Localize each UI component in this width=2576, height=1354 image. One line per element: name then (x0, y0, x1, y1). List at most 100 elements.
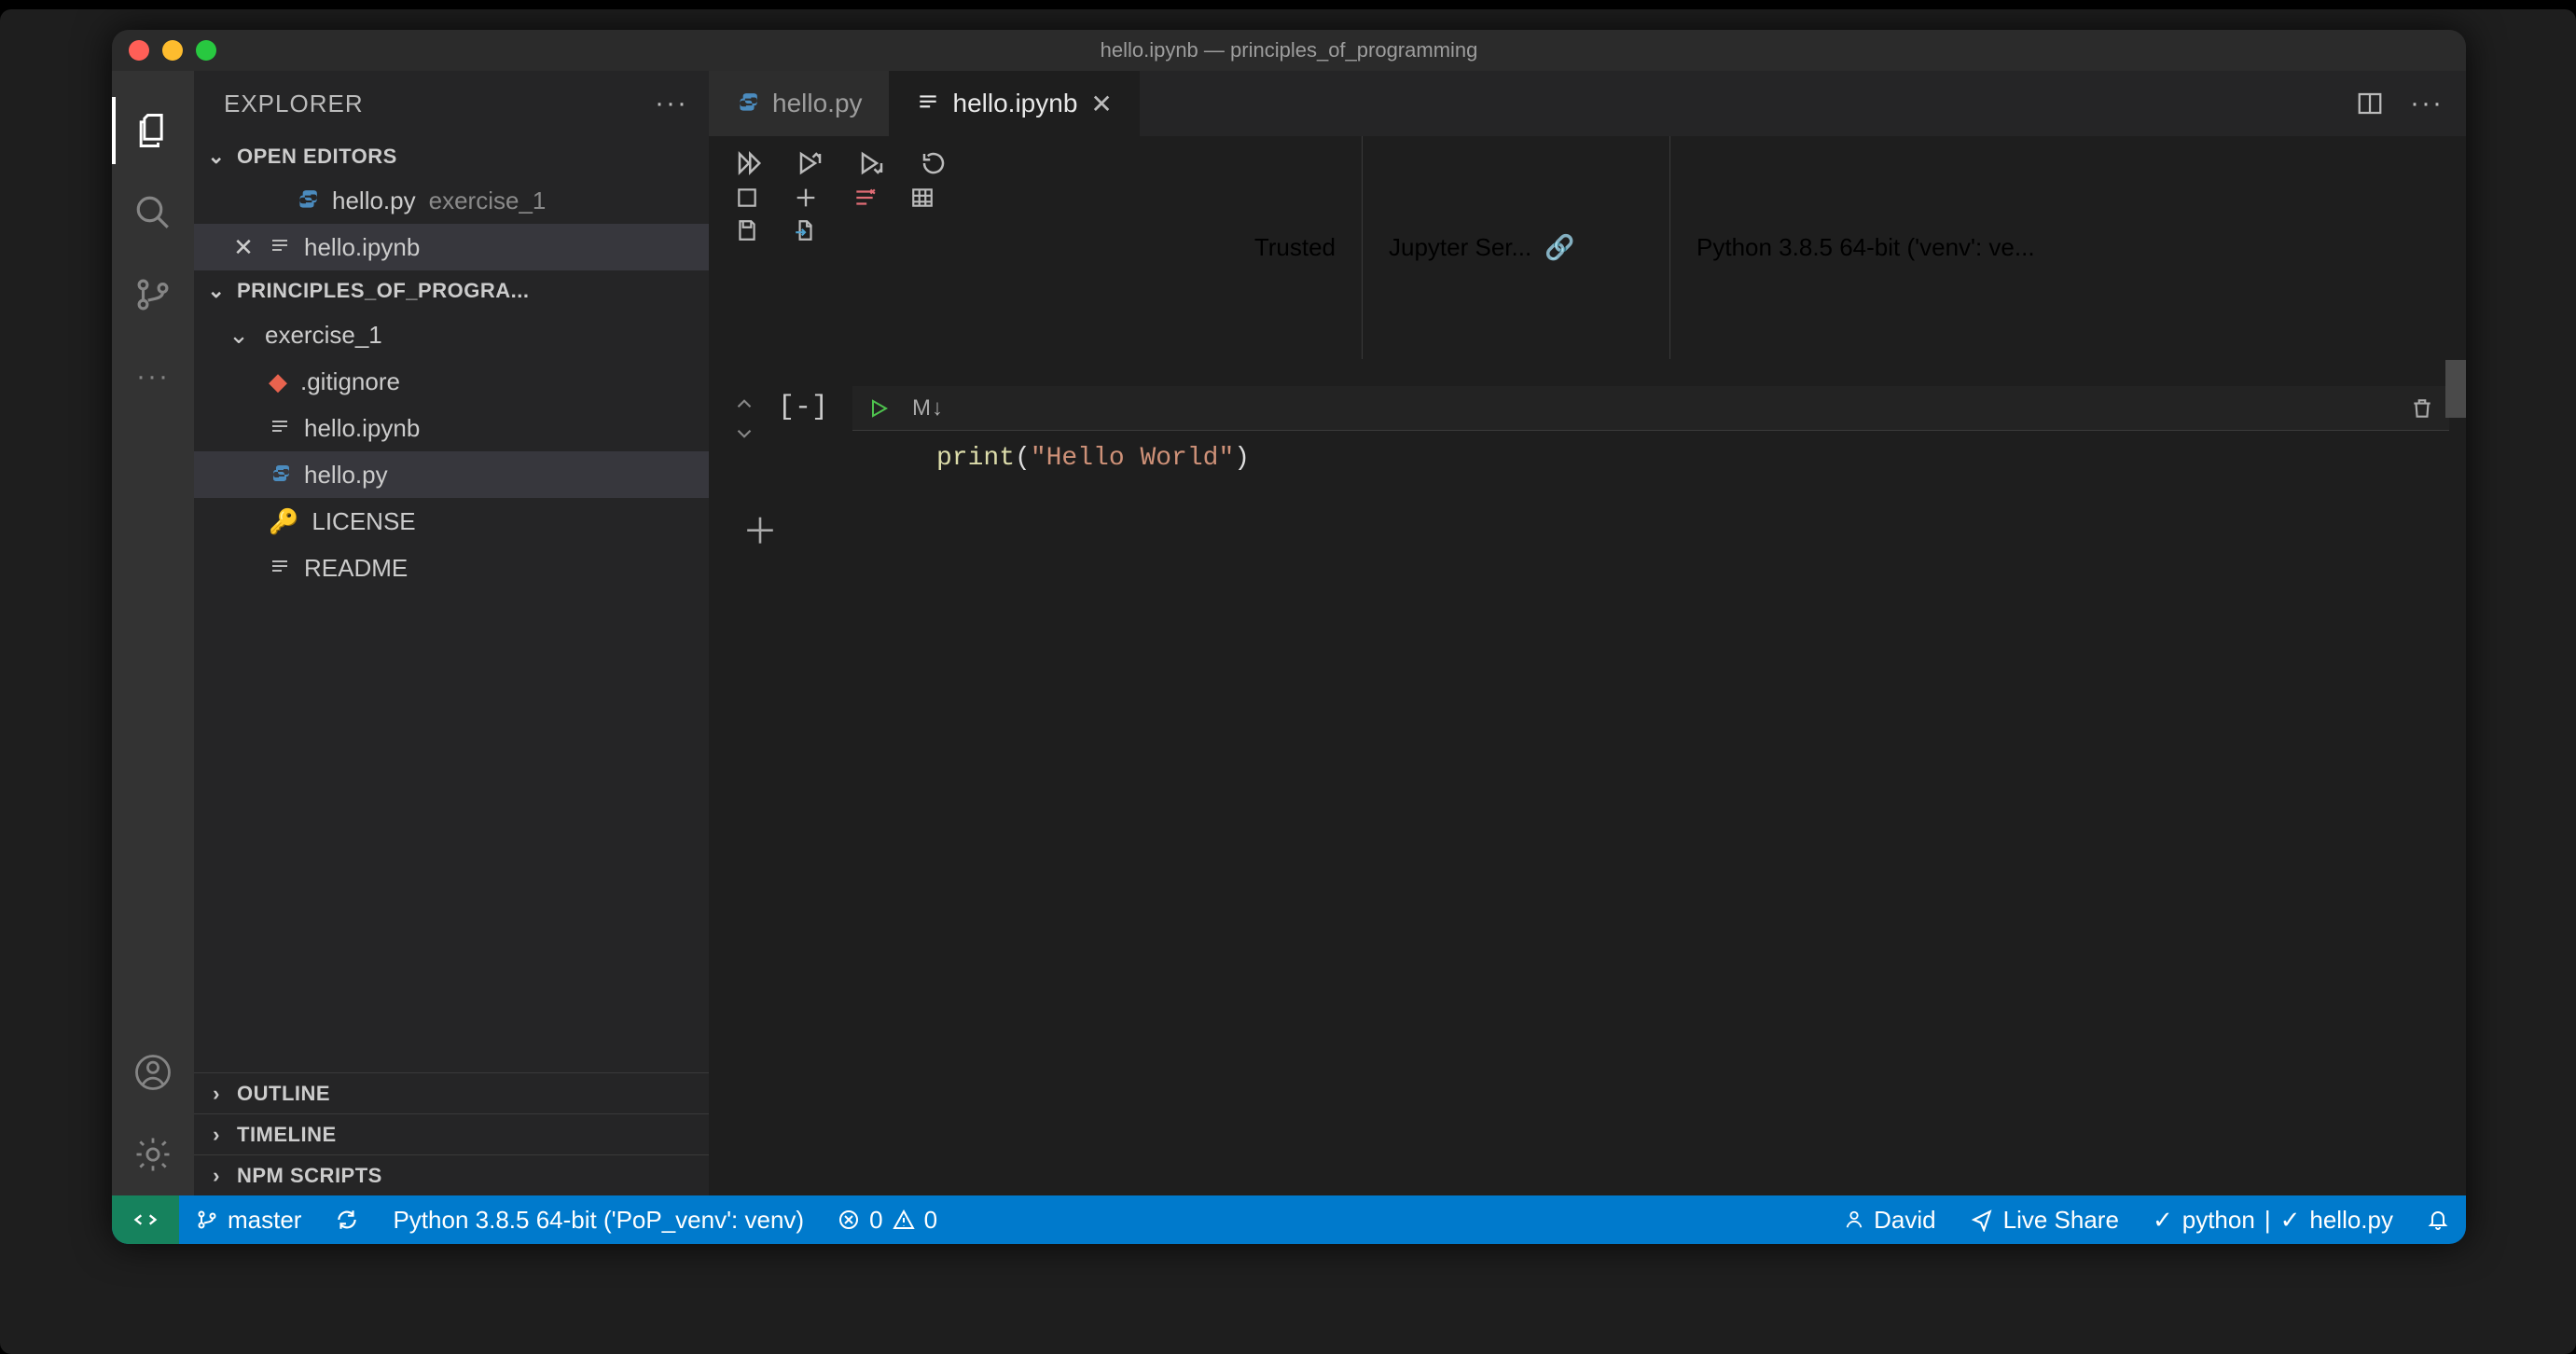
language-status[interactable]: ✓ python | ✓ hello.py (2136, 1195, 2410, 1244)
split-editor-button[interactable] (2356, 90, 2384, 117)
run-cell-button[interactable] (867, 397, 890, 420)
notifications-button[interactable] (2410, 1195, 2466, 1244)
file-name: README (304, 554, 408, 583)
explorer-sidebar: EXPLORER ··· ⌄ OPEN EDITORS hello.py exe… (194, 71, 709, 1195)
status-bar: master Python 3.8.5 64-bit ('PoP_venv': … (112, 1195, 2466, 1244)
run-all-button[interactable] (735, 149, 763, 177)
accounts-activity[interactable] (112, 1031, 194, 1113)
files-icon (132, 110, 173, 151)
file-item[interactable]: ◆ .gitignore (194, 358, 709, 405)
add-cell-button[interactable] (793, 185, 819, 211)
share-icon (1970, 1208, 1994, 1232)
editor-area: hello.py hello.ipynb ✕ ··· (709, 71, 2466, 1195)
run-above-button[interactable] (796, 149, 824, 177)
close-tab-button[interactable]: ✕ (1090, 89, 1112, 119)
open-editor-item[interactable]: hello.py exercise_1 (194, 177, 709, 224)
trash-icon (2410, 396, 2434, 421)
notebook-cell[interactable]: [-] M↓ (726, 386, 2449, 486)
panel-label: NPM SCRIPTS (237, 1164, 382, 1188)
open-editor-item[interactable]: ✕ hello.ipynb (194, 224, 709, 270)
move-cell-down-button[interactable] (732, 421, 756, 446)
panel-label: TIMELINE (237, 1123, 337, 1147)
search-icon (133, 193, 173, 232)
more-activity[interactable]: ··· (112, 336, 194, 418)
square-icon (735, 186, 759, 210)
trusted-indicator[interactable]: Trusted (1194, 136, 1362, 359)
scm-activity[interactable] (112, 254, 194, 336)
ellipsis-icon: ··· (136, 361, 170, 393)
titlebar: hello.ipynb — principles_of_programming (112, 30, 2466, 71)
branch-icon (196, 1209, 218, 1231)
python-icon (269, 463, 291, 486)
notebook-toolbar: Trusted Jupyter Ser... 🔗 Python 3.8.5 64… (709, 136, 2466, 360)
sync-button[interactable] (318, 1195, 376, 1244)
workspace-section[interactable]: ⌄ PRINCIPLES_OF_PROGRA... (194, 270, 709, 311)
file-item[interactable]: README (194, 545, 709, 591)
tab-hello-py[interactable]: hello.py (709, 71, 890, 136)
cell-code-editor[interactable]: print("Hello World") (852, 431, 2449, 486)
python-icon (295, 188, 319, 213)
file-name: hello.ipynb (304, 414, 420, 443)
collapse-cell-button[interactable]: [-] (778, 386, 838, 423)
fast-forward-icon (735, 149, 763, 177)
delete-cell-button[interactable] (2410, 396, 2434, 421)
restart-button[interactable] (920, 149, 948, 177)
notebook-icon (269, 417, 291, 439)
interrupt-button[interactable] (735, 186, 759, 210)
open-editor-name: hello.ipynb (304, 233, 420, 262)
user-indicator[interactable]: David (1827, 1195, 1952, 1244)
export-button[interactable] (793, 218, 817, 242)
chevron-down-icon (732, 421, 756, 446)
save-button[interactable] (735, 218, 759, 242)
convert-to-markdown-button[interactable]: M↓ (912, 395, 944, 421)
explorer-activity[interactable] (112, 90, 194, 172)
folder-item[interactable]: ⌄ exercise_1 (194, 311, 709, 358)
kernel-picker[interactable]: Python 3.8.5 64-bit ('venv': ve... (1669, 136, 2466, 359)
open-editor-detail: exercise_1 (429, 187, 547, 215)
chevron-up-icon (732, 392, 756, 416)
play-up-icon (796, 149, 824, 177)
clear-outputs-button[interactable] (852, 186, 877, 210)
close-editor-button[interactable]: ✕ (231, 233, 256, 262)
npm-scripts-section[interactable]: › NPM SCRIPTS (194, 1154, 709, 1195)
notebook-icon (916, 91, 940, 116)
file-name: hello.py (304, 461, 388, 490)
save-icon (735, 218, 759, 242)
chevron-right-icon: › (203, 1164, 229, 1188)
link-icon: 🔗 (1544, 233, 1574, 262)
notebook-body[interactable]: [-] M↓ (709, 360, 2466, 1195)
scrollbar[interactable] (2445, 360, 2466, 418)
bell-icon (2427, 1209, 2449, 1231)
python-icon (735, 91, 759, 116)
file-item[interactable]: hello.py (194, 451, 709, 498)
python-interpreter-indicator[interactable]: Python 3.8.5 64-bit ('PoP_venv': venv) (376, 1195, 821, 1244)
warning-icon (893, 1209, 915, 1231)
tab-label: hello.py (772, 89, 863, 118)
add-cell-below-button[interactable]: ＋ (726, 486, 2449, 554)
run-below-button[interactable] (858, 149, 886, 177)
sidebar-more-button[interactable]: ··· (655, 88, 688, 119)
outline-section[interactable]: › OUTLINE (194, 1072, 709, 1113)
tab-label: hello.ipynb (953, 89, 1078, 118)
tab-more-button[interactable]: ··· (2410, 88, 2444, 119)
git-branch-indicator[interactable]: master (179, 1195, 318, 1244)
live-share-button[interactable]: Live Share (1953, 1195, 2136, 1244)
timeline-section[interactable]: › TIMELINE (194, 1113, 709, 1154)
problems-indicator[interactable]: 0 0 (821, 1195, 954, 1244)
remote-indicator[interactable] (112, 1195, 179, 1244)
export-icon (793, 218, 817, 242)
sidebar-title: EXPLORER (224, 90, 364, 118)
chevron-down-icon: ⌄ (203, 145, 229, 169)
move-cell-up-button[interactable] (732, 392, 756, 416)
chevron-right-icon: › (203, 1123, 229, 1147)
search-activity[interactable] (112, 172, 194, 254)
file-item[interactable]: hello.ipynb (194, 405, 709, 451)
tab-hello-ipynb[interactable]: hello.ipynb ✕ (890, 71, 1140, 136)
variables-button[interactable] (910, 186, 935, 210)
open-editors-section[interactable]: ⌄ OPEN EDITORS (194, 136, 709, 177)
settings-activity[interactable] (112, 1113, 194, 1195)
workspace-label: PRINCIPLES_OF_PROGRA... (237, 279, 529, 303)
jupyter-server-picker[interactable]: Jupyter Ser... 🔗 (1362, 136, 1669, 359)
tab-bar: hello.py hello.ipynb ✕ ··· (709, 71, 2466, 136)
file-item[interactable]: 🔑 LICENSE (194, 498, 709, 545)
